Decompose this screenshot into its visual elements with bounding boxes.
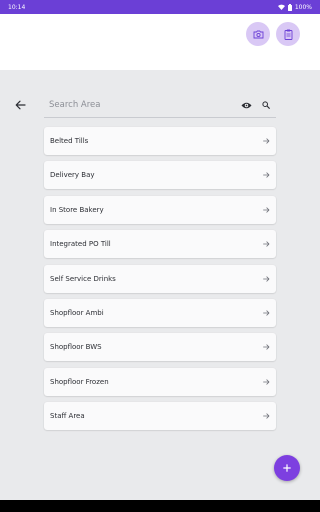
arrow-right-icon: [263, 310, 270, 316]
list-item-shopfloor-ambi[interactable]: Shopfloor Ambi: [44, 298, 276, 327]
clipboard-button[interactable]: [276, 22, 300, 46]
battery-icon: [287, 3, 292, 11]
list-item-label: Shopfloor Frozen: [50, 377, 109, 386]
status-time: 10:14: [8, 3, 26, 11]
list-item-label: Shopfloor Ambi: [50, 308, 104, 317]
arrow-right-icon: [263, 413, 270, 419]
list-item-label: Shopfloor BWS: [50, 343, 102, 352]
list-item-self-service-drinks[interactable]: Self Service Drinks: [44, 264, 276, 293]
area-list: Belted Tills Delivery Bay In Store Baker…: [44, 127, 276, 437]
status-bar: 10:14 100%: [0, 0, 320, 14]
system-nav-bar: [0, 500, 320, 512]
list-item-belted-tills[interactable]: Belted Tills: [44, 127, 276, 155]
battery-level: 100%: [294, 3, 312, 11]
list-item-label: In Store Bakery: [50, 205, 104, 214]
camera-button[interactable]: [246, 22, 270, 46]
arrow-right-icon: [263, 207, 270, 213]
list-item-shopfloor-frozen[interactable]: Shopfloor Frozen: [44, 367, 276, 396]
visibility-toggle[interactable]: [240, 99, 252, 111]
list-item-shopfloor-bws[interactable]: Shopfloor BWS: [44, 333, 276, 362]
search-input[interactable]: [49, 97, 229, 113]
list-item-label: Delivery Bay: [50, 171, 95, 180]
arrow-right-icon: [263, 241, 270, 247]
eye-icon: [241, 102, 251, 108]
clipboard-icon: [284, 29, 292, 40]
arrow-right-icon: [263, 379, 270, 385]
arrow-right-icon: [263, 138, 270, 144]
arrow-left-icon: [15, 100, 26, 110]
camera-icon: [253, 30, 263, 38]
list-item-in-store-bakery[interactable]: In Store Bakery: [44, 195, 276, 224]
list-item-label: Staff Area: [50, 412, 85, 421]
list-item-delivery-bay[interactable]: Delivery Bay: [44, 161, 276, 190]
add-area-button[interactable]: [274, 455, 300, 481]
list-item-label: Self Service Drinks: [50, 274, 116, 283]
search-icon: [262, 101, 270, 109]
list-item-label: Integrated PO Till: [50, 240, 111, 249]
status-icons: 100%: [277, 3, 312, 11]
list-item-staff-area[interactable]: Staff Area: [44, 402, 276, 431]
arrow-right-icon: [263, 344, 270, 350]
back-button[interactable]: [12, 97, 28, 113]
content-area: Belted Tills Delivery Bay In Store Baker…: [0, 70, 320, 500]
arrow-right-icon: [263, 172, 270, 178]
search-button[interactable]: [260, 99, 272, 111]
arrow-right-icon: [263, 275, 270, 282]
list-item-integrated-po-till[interactable]: Integrated PO Till: [44, 230, 276, 259]
list-item-label: Belted Tills: [50, 137, 89, 145]
wifi-icon: [277, 4, 285, 10]
app-header: [0, 14, 320, 70]
plus-icon: [283, 464, 291, 472]
search-bar: [44, 94, 276, 118]
